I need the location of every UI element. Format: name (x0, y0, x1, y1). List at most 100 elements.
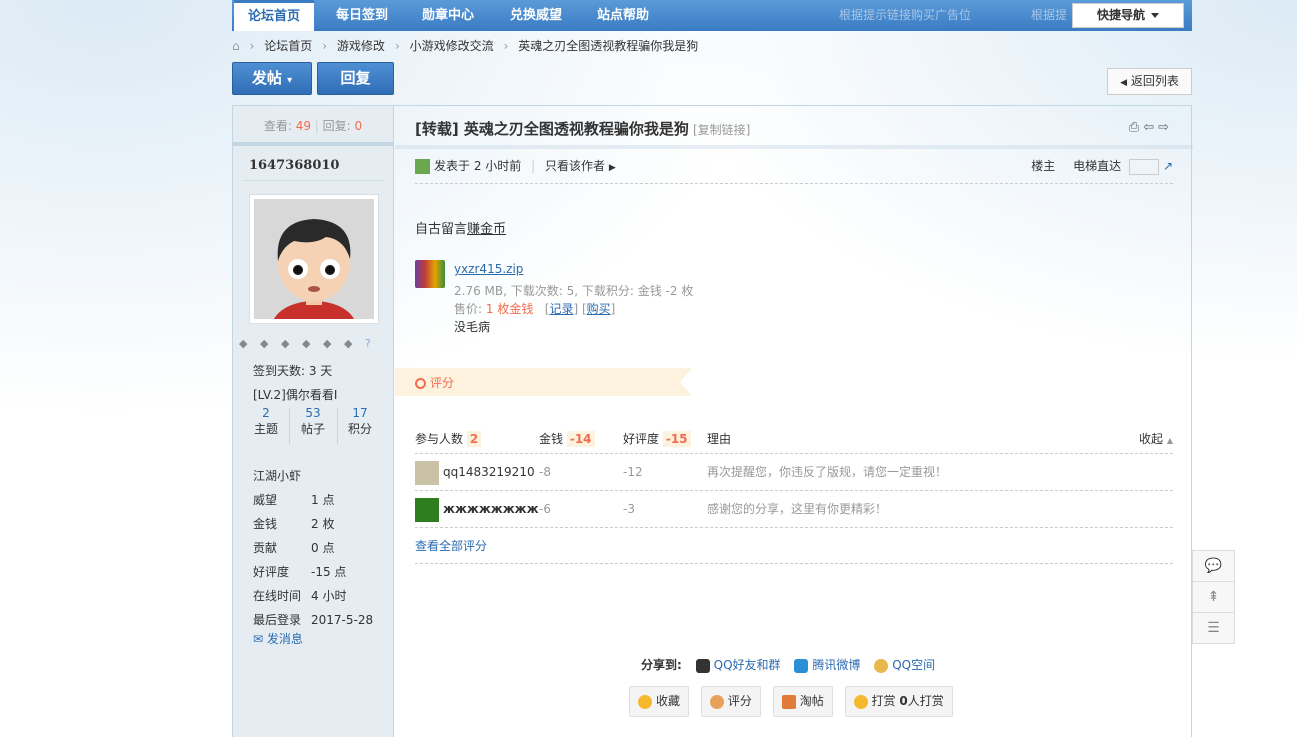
attachment-link[interactable]: yxzr415.zip (454, 262, 523, 276)
views-label: 查看: (263, 119, 292, 133)
back-to-top-icon[interactable]: ⇞ (1193, 582, 1234, 613)
tab-exchange[interactable]: 兑换威望 (510, 0, 562, 31)
collapse-button[interactable]: 收起 ▲ (1139, 424, 1173, 456)
author-sidebar: 查看: 49 | 回复: 0 1647368010 ◆ ◆ ◆ ◆ ◆ ◆? 签… (233, 106, 394, 737)
floor-label: 楼主 (1031, 159, 1056, 173)
info-key: 威望 (253, 493, 278, 507)
quick-nav-button[interactable]: 快捷导航 (1072, 3, 1184, 28)
user-level[interactable]: [LV.2]偶尔看看I (253, 386, 337, 403)
attachment-meta: 2.76 MB, 下载次数: 5, 下载积分: 金钱 -2 枚 (454, 284, 694, 298)
breadcrumb-current[interactable]: 英魂之刃全图透视教程骗你我是狗 (518, 39, 698, 53)
avatar[interactable] (415, 460, 439, 485)
diamond-icon: ◆ (323, 337, 332, 350)
user-counts: 2 主题 53 帖子 17 积分 (233, 406, 394, 446)
count-threads[interactable]: 2 主题 (241, 406, 291, 437)
rater-name[interactable]: qq1483219210 (443, 465, 535, 479)
avatar[interactable] (415, 497, 439, 522)
help-icon[interactable]: ? (365, 338, 380, 350)
rate-button[interactable]: 评分 (700, 686, 761, 717)
floating-toolbar: 💬 ⇞ ☰ (1192, 550, 1235, 644)
avatar-image (254, 199, 374, 319)
floor-input[interactable] (1128, 158, 1159, 175)
copy-link-button[interactable]: [复制链接] (693, 123, 750, 137)
money-cell: -8 (539, 465, 551, 479)
home-icon[interactable]: ⌂ (232, 39, 240, 53)
avatar[interactable] (249, 194, 379, 324)
buy-link[interactable]: 购买 (587, 302, 611, 316)
comment-icon[interactable]: 💬 (1193, 551, 1234, 582)
back-label: 返回列表 (1130, 74, 1179, 88)
rate-label: 评分 (727, 694, 752, 708)
rating-tag: 评分 (395, 368, 692, 396)
tab-medals[interactable]: 勋章中心 (422, 0, 474, 31)
info-value: 4 小时 (311, 589, 347, 603)
breadcrumb-item[interactable]: 论坛首页 (264, 39, 312, 53)
go-floor-icon[interactable]: ↗ (1163, 159, 1173, 173)
attachment-price: 售价: 1 枚金钱 [记录] [购买] (454, 302, 616, 316)
rater-name[interactable]: жжжжжжжж (443, 502, 539, 516)
tab-home[interactable]: 论坛首页 (234, 0, 315, 31)
chevron-up-icon: ▲ (1166, 436, 1173, 445)
archive-icon (415, 260, 445, 288)
favorite-button[interactable]: 收藏 (629, 686, 690, 717)
share-qq[interactable]: QQ好友和群 (695, 658, 781, 673)
diamond-icon: ◆ (239, 337, 248, 350)
new-post-button[interactable]: 发帖 ▾ (232, 62, 312, 95)
content-link[interactable]: 赚金币 (467, 222, 506, 237)
author-name[interactable]: 1647368010 (249, 158, 339, 173)
post-title: [转载] 英魂之刃全图透视教程骗你我是狗 [复制链接] (415, 118, 750, 139)
count-points[interactable]: 17 积分 (335, 406, 385, 437)
favorite-label: 收藏 (656, 694, 681, 708)
info-row: 最后登录 2017-5-28 (253, 608, 393, 632)
tip-button[interactable]: 打赏 0人打赏 (844, 686, 953, 717)
only-author-link[interactable]: 只看该作者 (545, 159, 605, 173)
diamond-icon: ◆ (344, 337, 353, 350)
tab-checkin[interactable]: 每日签到 (336, 0, 388, 31)
count-label: 积分 (347, 422, 372, 436)
taotie-button[interactable]: 淘帖 (772, 686, 833, 717)
next-thread-icon[interactable]: ⇨ (1158, 120, 1173, 135)
rating-table: 参与人数 2 金钱 -14 好评度 -15 理由 收起 ▲ qq14832192… (415, 424, 1173, 564)
breadcrumb-item[interactable]: 小游戏修改交流 (410, 39, 494, 53)
prev-thread-icon[interactable]: ⇦ (1143, 120, 1158, 135)
info-key: 在线时间 (253, 589, 302, 603)
divider (395, 145, 1193, 149)
post-main: [转载] 英魂之刃全图透视教程骗你我是狗 [复制链接] ⎙⇦⇨ 发表于 2 小时前… (395, 106, 1193, 737)
count-posts[interactable]: 53 帖子 (288, 406, 338, 437)
record-link[interactable]: 记录 (549, 302, 573, 316)
replies-count: 0 (354, 119, 363, 133)
back-to-list-button[interactable]: ◀ 返回列表 (1107, 68, 1192, 95)
rep-total: -15 (662, 431, 691, 447)
tab-help[interactable]: 站点帮助 (597, 0, 649, 31)
caret-right-icon: ▶ (608, 163, 616, 173)
reply-button[interactable]: 回复 (317, 62, 394, 95)
top-nav: 论坛首页 每日签到 勋章中心 兑换威望 站点帮助 根据提示链接购买广告位 根据提… (232, 0, 1192, 31)
info-value: 0 点 (311, 541, 335, 555)
ad-link[interactable]: 根据提示链接购买广告位 (1031, 0, 1071, 31)
table-row: qq1483219210 -8 -12 再次提醒您，你违反了版规，请您一定重视！ (415, 454, 1173, 491)
reason-header: 理由 (707, 432, 732, 446)
qzone-icon (874, 658, 889, 673)
print-icon[interactable]: ⎙ (1129, 120, 1143, 135)
count-value: 53 (305, 406, 321, 420)
breadcrumb-item[interactable]: 游戏修改 (337, 39, 385, 53)
list-icon[interactable]: ☰ (1193, 613, 1234, 644)
info-key: 最后登录 (253, 613, 302, 627)
post-title-text: [转载] 英魂之刃全图透视教程骗你我是狗 (415, 120, 689, 138)
circle-icon (415, 378, 426, 389)
share-qzone[interactable]: QQ空间 (874, 658, 935, 673)
replies-label: 回复: (322, 119, 351, 133)
rating-tag-label: 评分 (430, 376, 455, 390)
caret-left-icon: ◀ (1120, 78, 1128, 88)
count-label: 帖子 (300, 422, 325, 436)
share-weibo[interactable]: 腾讯微博 (794, 658, 860, 673)
count-label: 主题 (253, 422, 278, 436)
info-row: 在线时间 4 小时 (253, 584, 393, 608)
info-row: 威望 1 点 (253, 488, 393, 512)
info-row: 好评度 -15 点 (253, 560, 393, 584)
ad-link[interactable]: 根据提示链接购买广告位 (839, 0, 971, 31)
send-message-label: 发消息 (266, 632, 303, 646)
view-all-ratings-link[interactable]: 查看全部评分 (415, 528, 1173, 564)
send-message-link[interactable]: ✉ 发消息 (253, 630, 303, 647)
reason-cell: 再次提醒您，你违反了版规，请您一定重视！ (707, 465, 948, 479)
